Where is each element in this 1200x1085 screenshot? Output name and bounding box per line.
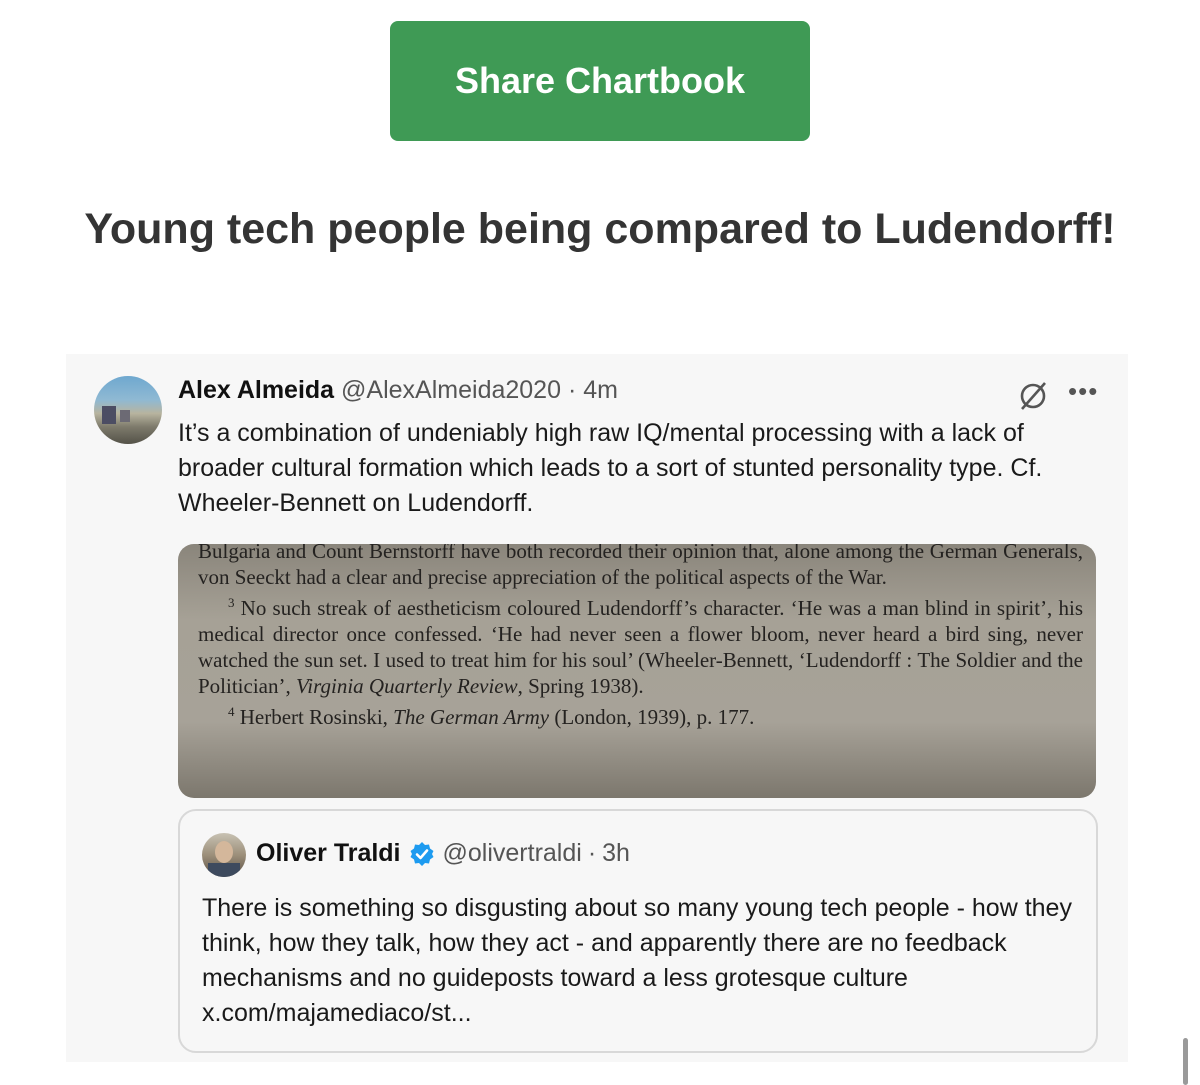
quoted-author-handle[interactable]: @olivertraldi: [443, 839, 582, 868]
author-name[interactable]: Alex Almeida: [178, 376, 334, 404]
separator-dot: ·: [567, 376, 584, 404]
book-excerpt-image[interactable]: Bulgaria and Count Bernstorff have both …: [178, 544, 1096, 798]
quoted-author-name[interactable]: Oliver Traldi: [256, 839, 401, 868]
share-chartbook-button[interactable]: Share Chartbook: [390, 21, 810, 141]
author-handle[interactable]: @AlexAlmeida2020: [341, 376, 561, 404]
quoted-tweet-time[interactable]: 3h: [602, 839, 630, 868]
quoted-author-avatar[interactable]: [202, 833, 246, 877]
quoted-tweet-text: There is something so disgusting about s…: [202, 894, 1072, 1027]
page-headline: Young tech people being compared to Lude…: [84, 205, 1116, 253]
separator-dot: ·: [587, 839, 597, 867]
quoted-tweet-header: Oliver Traldi @olivertraldi · 3h: [256, 839, 630, 868]
grok-icon[interactable]: [1016, 379, 1050, 413]
tweet-text: It’s a combination of undeniably high ra…: [178, 419, 1043, 517]
author-avatar[interactable]: [94, 376, 162, 444]
embedded-tweet[interactable]: Alex Almeida @AlexAlmeida2020 · 4m ••• I…: [66, 354, 1128, 1062]
scrollbar[interactable]: [1183, 1038, 1188, 1085]
tweet-time[interactable]: 4m: [583, 376, 618, 404]
verified-badge-icon: [410, 841, 434, 866]
quoted-tweet[interactable]: Oliver Traldi @olivertraldi · 3h There i…: [178, 809, 1098, 1053]
tweet-header: Alex Almeida @AlexAlmeida2020 · 4m: [178, 376, 618, 405]
more-options-icon[interactable]: •••: [1068, 376, 1098, 407]
book-excerpt-text: Bulgaria and Count Bernstorff have both …: [198, 544, 1083, 729]
